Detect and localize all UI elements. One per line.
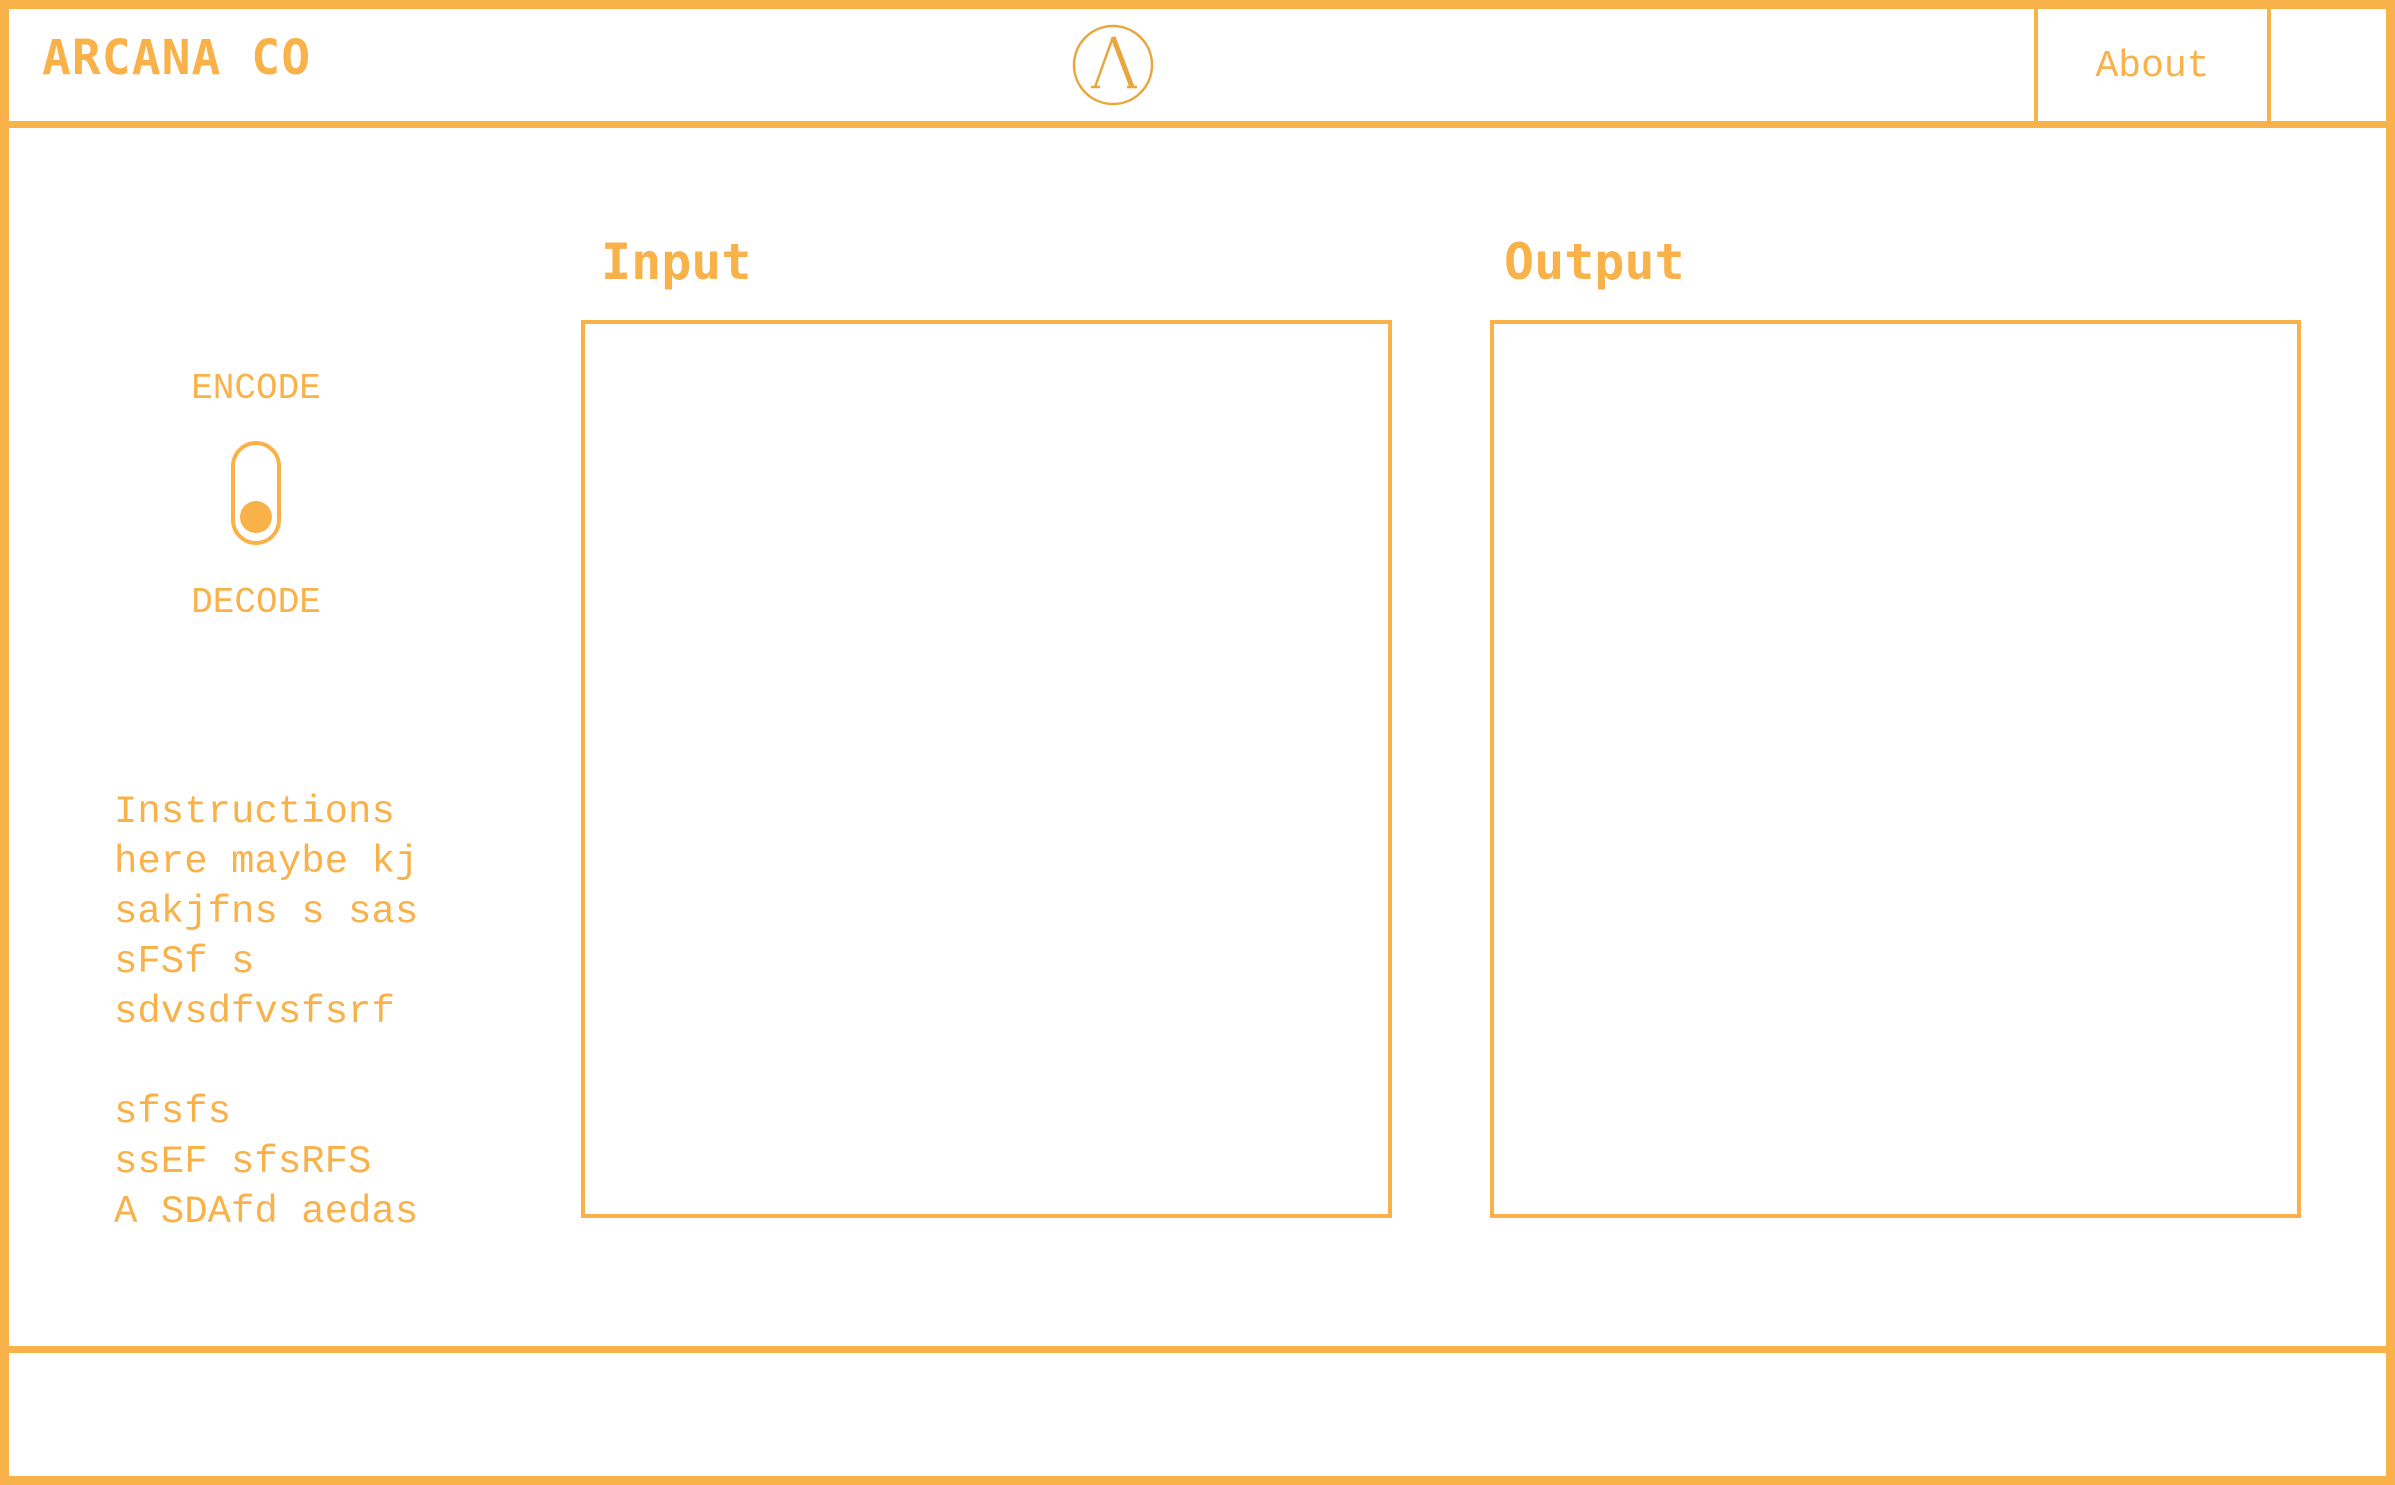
input-textarea[interactable]: [581, 320, 1392, 1218]
lambda-circle-logo-icon[interactable]: [1071, 23, 1155, 107]
about-link[interactable]: About: [2038, 9, 2267, 123]
footer: [9, 1353, 2386, 1476]
brand-title[interactable]: ARCANA CO: [42, 34, 311, 82]
nav-empty-slot: [2271, 9, 2386, 123]
input-title: Input: [601, 233, 752, 291]
output-title: Output: [1504, 233, 1685, 291]
toggle-knob: [240, 501, 272, 533]
output-textarea[interactable]: [1490, 320, 2301, 1218]
encode-label[interactable]: ENCODE: [126, 371, 386, 407]
instructions-text: Instructions here maybe kj sakjfns s sas…: [114, 790, 419, 1234]
decode-label[interactable]: DECODE: [126, 585, 386, 621]
header-divider: [0, 121, 2395, 128]
footer-divider: [0, 1346, 2395, 1353]
encode-decode-toggle[interactable]: [231, 441, 281, 545]
